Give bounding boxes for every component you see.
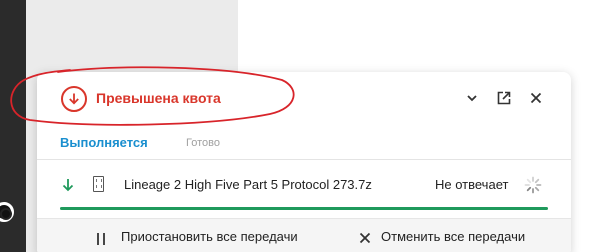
transfer-progress-fill [60, 207, 548, 210]
loading-spinner-icon [524, 176, 542, 199]
screen: Превышена квота Выполняется Готово Linea… [0, 0, 609, 252]
pause-all-label: Приостановить все передачи [121, 229, 298, 244]
transfer-file-name: Lineage 2 High Five Part 5 Protocol 273.… [124, 177, 372, 192]
download-error-icon [61, 86, 87, 112]
transfer-status: Не отвечает [435, 177, 509, 192]
tab-in-progress[interactable]: Выполняется [60, 135, 148, 150]
popout-icon[interactable] [494, 88, 514, 108]
transfer-progress-bar [60, 207, 548, 210]
close-icon[interactable] [526, 88, 546, 108]
tab-done[interactable]: Готово [186, 137, 220, 149]
panel-title: Превышена квота [96, 90, 221, 106]
transfers-panel: Превышена квота Выполняется Готово Linea… [37, 72, 571, 252]
chevron-down-icon[interactable] [462, 88, 482, 108]
pause-all-button[interactable]: Приостановить все передачи [95, 229, 298, 245]
panel-header: Превышена квота [37, 72, 571, 124]
status-ring-icon[interactable] [0, 202, 14, 222]
archive-file-icon [93, 176, 104, 192]
transfer-tabs: Выполняется Готово [37, 128, 571, 160]
cancel-all-label: Отменить все передачи [381, 229, 526, 244]
cancel-all-button[interactable]: Отменить все передачи [359, 229, 525, 247]
panel-footer: Приостановить все передачи Отменить все … [37, 218, 571, 252]
download-arrow-icon [61, 178, 75, 197]
transfer-row[interactable]: Lineage 2 High Five Part 5 Protocol 273.… [37, 170, 571, 204]
cancel-x-icon [359, 232, 371, 247]
pause-icon [95, 232, 107, 249]
app-sidebar [0, 0, 26, 252]
